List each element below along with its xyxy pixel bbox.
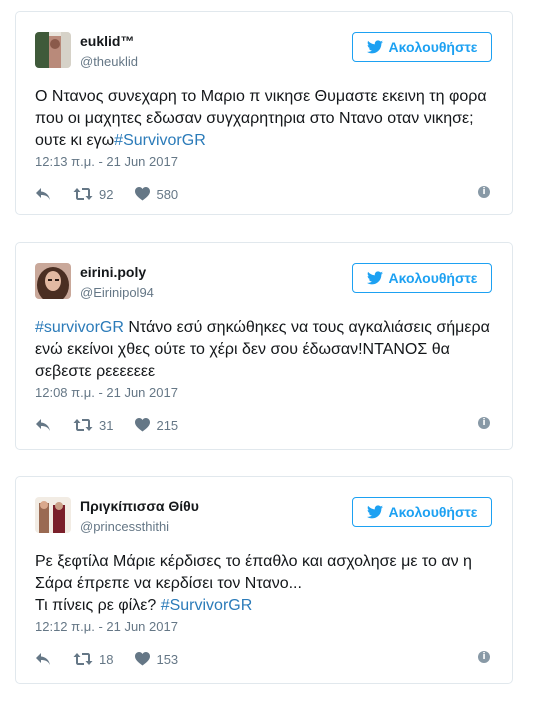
follow-label: Ακολουθήστε (388, 504, 478, 520)
follow-button[interactable]: Ακολουθήστε (352, 32, 492, 62)
retweet-icon (73, 419, 93, 431)
like-button[interactable]: 153 (135, 652, 178, 667)
heart-icon (135, 418, 151, 432)
reply-icon (36, 188, 50, 200)
tweet-actions: 92 580 (35, 184, 200, 204)
tweet-actions: 18 153 (35, 649, 200, 669)
tweet-actions: 31 215 (35, 415, 200, 435)
hashtag-link[interactable]: #SurvivorGR (114, 132, 206, 149)
reply-button[interactable] (35, 187, 51, 201)
like-button[interactable]: 580 (135, 187, 178, 202)
retweet-count: 18 (99, 651, 114, 667)
retweet-icon (73, 188, 93, 200)
tweet-text-segment: Τι πίνεις ρε φίλε? (35, 597, 161, 614)
retweet-count: 31 (99, 417, 114, 433)
display-name[interactable]: eirini.poly (80, 264, 146, 280)
handle[interactable]: @theuklid (80, 54, 138, 69)
timestamp[interactable]: 12:08 π.μ. - 21 Jun 2017 (35, 385, 178, 400)
info-icon[interactable]: i (478, 651, 490, 663)
follow-button[interactable]: Ακολουθήστε (352, 497, 492, 527)
reply-icon (36, 419, 50, 431)
like-count: 153 (156, 651, 179, 667)
tweet-text-segment: Ρε ξεφτίλα Μάριε κέρδισες το έπαθλο και … (35, 553, 472, 592)
handle[interactable]: @Eirinipol94 (80, 285, 154, 300)
follow-label: Ακολουθήστε (388, 270, 478, 286)
follow-button[interactable]: Ακολουθήστε (352, 263, 492, 293)
twitter-bird-icon (366, 505, 383, 519)
info-icon[interactable]: i (478, 186, 490, 198)
display-name[interactable]: euklid™ (80, 33, 134, 49)
hashtag-link[interactable]: #survivorGR (35, 319, 124, 336)
tweet-card: euklid™ @theuklid Ακολουθήστε Ο Ντανος σ… (15, 11, 513, 215)
reply-button[interactable] (35, 652, 51, 666)
avatar[interactable] (35, 263, 71, 299)
info-icon[interactable]: i (478, 417, 490, 429)
retweet-button[interactable]: 31 (73, 418, 113, 433)
follow-label: Ακολουθήστε (388, 39, 478, 55)
tweet-card: Πριγκίπισσα Θίθυ @princessthithi Ακολουθ… (15, 476, 513, 684)
tweet-card: eirini.poly @Eirinipol94 Ακολουθήστε #su… (15, 242, 513, 450)
reply-icon (36, 653, 50, 665)
retweet-icon (73, 653, 93, 665)
display-name[interactable]: Πριγκίπισσα Θίθυ (80, 498, 199, 514)
tweet-text: Ο Ντανος συνεχαρη το Μαριο π νικησε Θυμα… (35, 86, 492, 152)
retweet-count: 92 (99, 186, 114, 202)
heart-icon (135, 652, 151, 666)
twitter-bird-icon (366, 40, 383, 54)
timestamp[interactable]: 12:13 π.μ. - 21 Jun 2017 (35, 154, 178, 169)
tweet-text: Ρε ξεφτίλα Μάριε κέρδισες το έπαθλο και … (35, 551, 492, 617)
reply-button[interactable] (35, 418, 51, 432)
retweet-button[interactable]: 92 (73, 187, 113, 202)
twitter-bird-icon (366, 271, 383, 285)
like-count: 215 (156, 417, 179, 433)
like-count: 580 (156, 186, 179, 202)
handle[interactable]: @princessthithi (80, 519, 169, 534)
timestamp[interactable]: 12:12 π.μ. - 21 Jun 2017 (35, 619, 178, 634)
tweet-text-segment: Ο Ντανος συνεχαρη το Μαριο π νικησε Θυμα… (35, 88, 487, 149)
heart-icon (135, 187, 151, 201)
tweet-text: #survivorGR Ντάνο εσύ σηκώθηκες να τους … (35, 317, 492, 383)
hashtag-link[interactable]: #SurvivorGR (161, 597, 253, 614)
like-button[interactable]: 215 (135, 418, 178, 433)
avatar[interactable] (35, 497, 71, 533)
avatar[interactable] (35, 32, 71, 68)
retweet-button[interactable]: 18 (73, 652, 113, 667)
